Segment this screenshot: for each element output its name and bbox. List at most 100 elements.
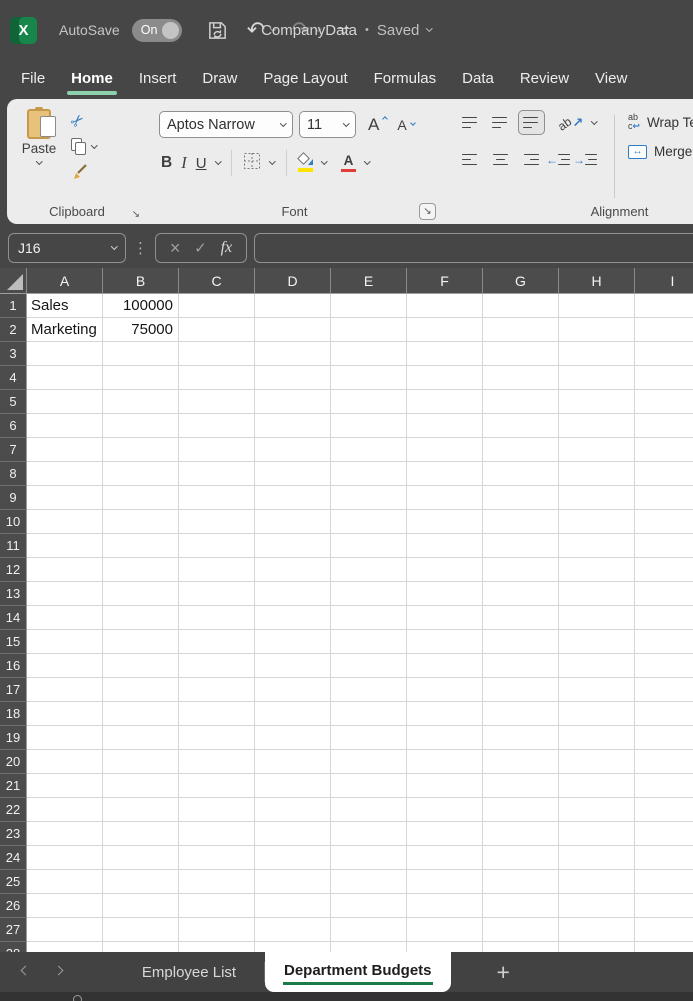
cell-h19[interactable]: [559, 726, 635, 750]
cell-h26[interactable]: [559, 894, 635, 918]
cell-c3[interactable]: [179, 342, 255, 366]
orientation-dropdown-chevron[interactable]: [591, 118, 597, 124]
cell-b20[interactable]: [103, 750, 179, 774]
cell-c11[interactable]: [179, 534, 255, 558]
cell-g24[interactable]: [483, 846, 559, 870]
cell-a18[interactable]: [27, 702, 103, 726]
cell-h13[interactable]: [559, 582, 635, 606]
cell-f16[interactable]: [407, 654, 483, 678]
cell-e12[interactable]: [331, 558, 407, 582]
cell-b9[interactable]: [103, 486, 179, 510]
cell-d26[interactable]: [255, 894, 331, 918]
cell-g28[interactable]: [483, 942, 559, 952]
cell-d16[interactable]: [255, 654, 331, 678]
cell-c26[interactable]: [179, 894, 255, 918]
row-header-15[interactable]: 15: [0, 630, 27, 654]
bottom-align-icon[interactable]: [518, 110, 545, 135]
column-header-e[interactable]: E: [331, 268, 407, 293]
cell-c12[interactable]: [179, 558, 255, 582]
cell-i3[interactable]: [635, 342, 693, 366]
cell-i10[interactable]: [635, 510, 693, 534]
cell-h25[interactable]: [559, 870, 635, 894]
row-header-21[interactable]: 21: [0, 774, 27, 798]
top-align-icon[interactable]: [458, 111, 483, 134]
cell-a23[interactable]: [27, 822, 103, 846]
cell-a19[interactable]: [27, 726, 103, 750]
cell-a7[interactable]: [27, 438, 103, 462]
cell-c9[interactable]: [179, 486, 255, 510]
cell-g19[interactable]: [483, 726, 559, 750]
cell-d9[interactable]: [255, 486, 331, 510]
cell-i28[interactable]: [635, 942, 693, 952]
cancel-icon[interactable]: ×: [170, 239, 181, 257]
cell-i24[interactable]: [635, 846, 693, 870]
cell-i18[interactable]: [635, 702, 693, 726]
cell-g14[interactable]: [483, 606, 559, 630]
cell-g2[interactable]: [483, 318, 559, 342]
font-name-select[interactable]: Aptos Narrow: [159, 111, 293, 138]
cell-c17[interactable]: [179, 678, 255, 702]
cell-i23[interactable]: [635, 822, 693, 846]
cell-b2[interactable]: 75000: [103, 318, 179, 342]
cell-b28[interactable]: [103, 942, 179, 952]
cell-h17[interactable]: [559, 678, 635, 702]
cell-d18[interactable]: [255, 702, 331, 726]
paste-dropdown-chevron[interactable]: [36, 158, 42, 164]
row-header-6[interactable]: 6: [0, 414, 27, 438]
cell-b12[interactable]: [103, 558, 179, 582]
cell-d17[interactable]: [255, 678, 331, 702]
cell-a25[interactable]: [27, 870, 103, 894]
borders-dropdown-chevron[interactable]: [269, 158, 275, 164]
cell-e24[interactable]: [331, 846, 407, 870]
cell-f19[interactable]: [407, 726, 483, 750]
cell-a10[interactable]: [27, 510, 103, 534]
cell-e10[interactable]: [331, 510, 407, 534]
cell-d2[interactable]: [255, 318, 331, 342]
cell-g23[interactable]: [483, 822, 559, 846]
align-left-icon[interactable]: [458, 148, 483, 171]
cell-f22[interactable]: [407, 798, 483, 822]
cell-a15[interactable]: [27, 630, 103, 654]
cell-f25[interactable]: [407, 870, 483, 894]
cell-h20[interactable]: [559, 750, 635, 774]
cell-e3[interactable]: [331, 342, 407, 366]
cell-f4[interactable]: [407, 366, 483, 390]
cell-h11[interactable]: [559, 534, 635, 558]
cell-a13[interactable]: [27, 582, 103, 606]
cell-f10[interactable]: [407, 510, 483, 534]
row-header-25[interactable]: 25: [0, 870, 27, 894]
cell-c6[interactable]: [179, 414, 255, 438]
add-sheet-button[interactable]: +: [497, 961, 510, 984]
clipboard-dialog-launcher[interactable]: ↘: [132, 209, 140, 220]
cell-h6[interactable]: [559, 414, 635, 438]
cell-c4[interactable]: [179, 366, 255, 390]
cell-g17[interactable]: [483, 678, 559, 702]
column-header-g[interactable]: G: [483, 268, 559, 293]
cell-h8[interactable]: [559, 462, 635, 486]
cell-c13[interactable]: [179, 582, 255, 606]
cell-c2[interactable]: [179, 318, 255, 342]
cell-b5[interactable]: [103, 390, 179, 414]
increase-indent-icon[interactable]: →: [575, 152, 597, 167]
cell-b21[interactable]: [103, 774, 179, 798]
cell-f17[interactable]: [407, 678, 483, 702]
save-icon[interactable]: [206, 19, 229, 42]
column-header-d[interactable]: D: [255, 268, 331, 293]
cell-b10[interactable]: [103, 510, 179, 534]
bold-button[interactable]: B: [161, 154, 172, 172]
row-header-27[interactable]: 27: [0, 918, 27, 942]
name-box[interactable]: J16: [8, 233, 126, 263]
cell-a26[interactable]: [27, 894, 103, 918]
undo-icon[interactable]: ↶: [247, 19, 265, 41]
cell-b16[interactable]: [103, 654, 179, 678]
format-painter-icon[interactable]: [71, 162, 97, 180]
cell-f27[interactable]: [407, 918, 483, 942]
row-header-20[interactable]: 20: [0, 750, 27, 774]
cell-d24[interactable]: [255, 846, 331, 870]
menu-tab-draw[interactable]: Draw: [189, 60, 250, 97]
cell-e27[interactable]: [331, 918, 407, 942]
cell-f24[interactable]: [407, 846, 483, 870]
prev-sheet-icon[interactable]: [22, 970, 29, 974]
cell-d15[interactable]: [255, 630, 331, 654]
cell-f26[interactable]: [407, 894, 483, 918]
